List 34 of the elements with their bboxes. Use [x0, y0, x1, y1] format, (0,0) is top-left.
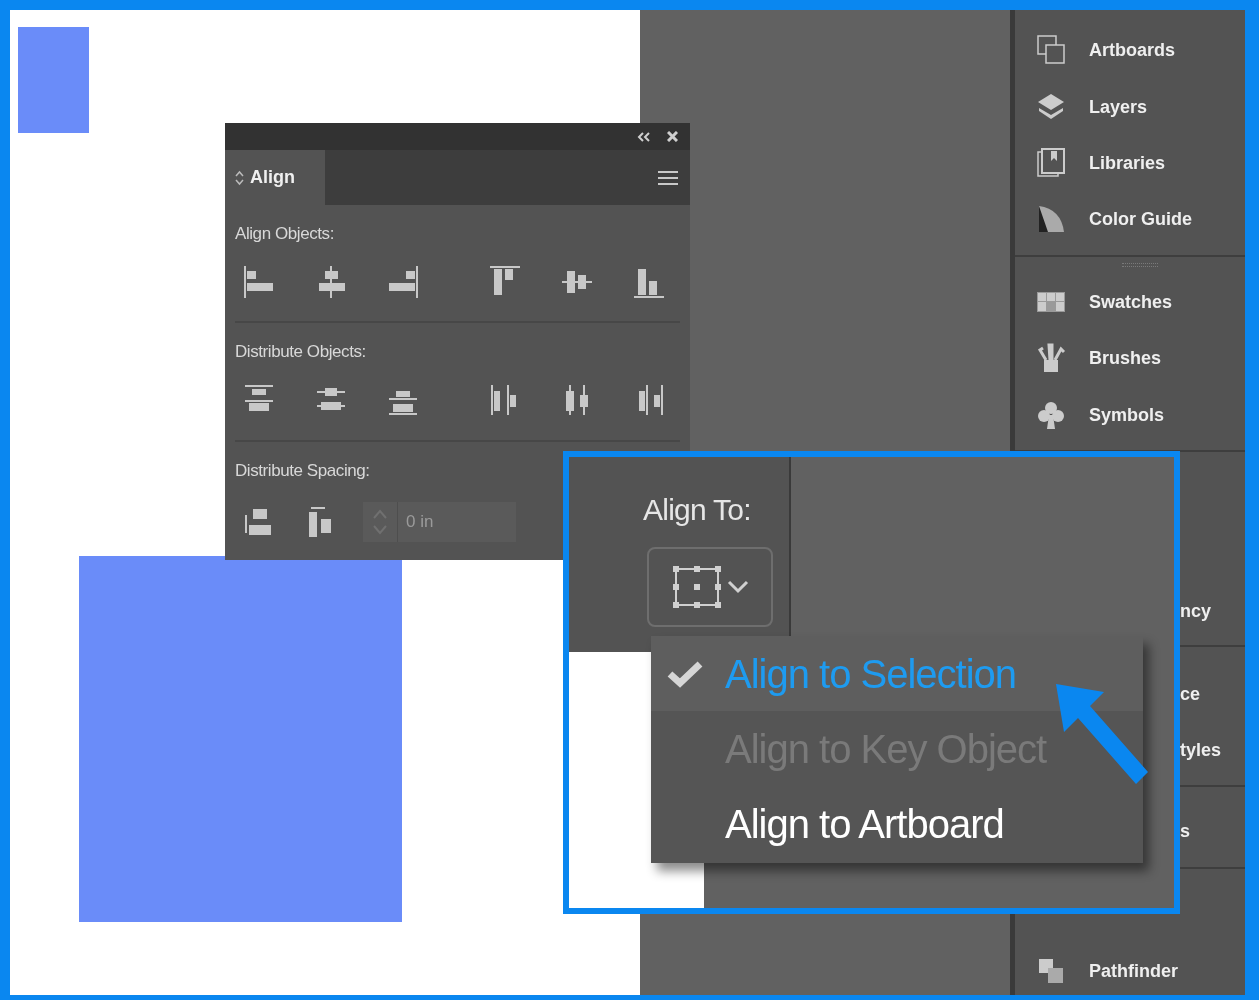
panel-name[interactable]: Pathfinder	[1089, 957, 1178, 985]
panel-name[interactable]: Layers	[1089, 93, 1148, 121]
chevron-down-icon	[727, 580, 749, 594]
brushes-icon[interactable]	[1035, 342, 1067, 374]
align-left-icon[interactable]	[243, 264, 275, 299]
align-right-icon[interactable]	[387, 264, 419, 299]
panel-tab[interactable]: Align	[225, 150, 325, 205]
panel-name[interactable]: s	[1180, 817, 1190, 845]
section-label: Distribute Objects:	[235, 341, 367, 363]
panel-name[interactable]: Color Guide	[1089, 205, 1192, 233]
panel-name[interactable]: Artboards	[1089, 36, 1175, 64]
selection-bounds-icon	[671, 564, 723, 610]
align-to-label: Align To:	[643, 492, 751, 528]
section-label: Align Objects:	[235, 223, 335, 245]
panel-name[interactable]: ce	[1180, 680, 1201, 708]
artboards-icon[interactable]	[1035, 34, 1067, 66]
book-icon[interactable]	[1035, 147, 1067, 179]
club-icon[interactable]	[1035, 399, 1067, 431]
close-icon[interactable]	[667, 131, 678, 142]
checkmark-icon	[667, 659, 703, 688]
grip-handle[interactable]	[1122, 263, 1158, 267]
panel-name[interactable]: Libraries	[1089, 149, 1166, 177]
align-to-dropdown[interactable]	[647, 547, 773, 627]
panel-name[interactable]: Brushes	[1089, 344, 1162, 372]
menu-item[interactable]: Align to Artboard	[651, 786, 1010, 861]
panel-name[interactable]: Symbols	[1089, 401, 1165, 429]
menu-icon[interactable]	[658, 169, 678, 186]
tab-label: Align	[250, 166, 295, 189]
panel-name[interactable]: ncy	[1180, 597, 1212, 625]
section-label: Distribute Spacing:	[235, 460, 371, 482]
panel-name[interactable]: tyles	[1180, 736, 1222, 764]
collapse-icon[interactable]	[637, 131, 651, 142]
panel-name[interactable]: Swatches	[1089, 288, 1173, 316]
sort-arrows-icon	[235, 169, 244, 186]
